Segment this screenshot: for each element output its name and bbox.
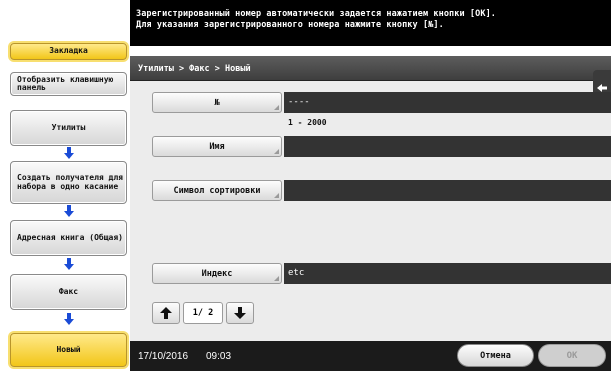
arrow-down-icon [64,147,74,159]
sidebar-item-label: Факс [58,286,79,296]
breadcrumb: Утилиты > Факс > Новый [130,56,611,81]
instruction-line-2: Для указания зарегистрированного номера … [136,20,444,30]
pager: 1/ 2 [152,302,285,324]
ok-button[interactable]: OK [538,344,606,367]
arrow-down-icon [234,307,246,319]
page-down-button[interactable] [226,302,254,324]
corner-indicator-icon [274,149,279,154]
corner-indicator-icon [274,193,279,198]
name-button[interactable]: Имя [152,136,282,157]
sidebar-item-one-touch[interactable]: Создать получателя для набора в одно кас… [10,161,127,204]
main-panel: Утилиты > Факс > Новый № ---- 1 - 2000 И… [130,56,611,371]
sidebar-item-label: Адресная книга (Общая) [17,232,123,242]
sidebar-item-new[interactable]: Новый [10,333,127,367]
sort-character-field[interactable] [284,180,611,201]
sidebar-item-utilities[interactable]: Утилиты [10,110,127,146]
sidebar: Закладка Отобразить клавишную панель Ути… [0,0,130,371]
bookmark-button[interactable]: Закладка [10,43,127,60]
corner-indicator-icon [274,105,279,110]
number-range: 1 - 2000 [288,118,327,127]
cancel-button[interactable]: Отмена [457,344,534,367]
instruction-message: Зарегистрированный номер автоматически з… [130,0,611,46]
corner-indicator-icon [274,276,279,281]
sort-character-label: Символ сортировки [173,185,261,196]
arrow-down-icon [64,258,74,270]
show-keypad-button[interactable]: Отобразить клавишную панель [10,72,127,96]
index-label: Индекс [201,268,233,279]
sidebar-item-address-book[interactable]: Адресная книга (Общая) [10,220,127,256]
name-field[interactable] [284,136,611,157]
arrow-up-icon [160,307,172,319]
number-field[interactable]: ---- [284,92,611,113]
arrow-down-icon [64,313,74,325]
index-button[interactable]: Индекс [152,263,282,284]
sidebar-item-label: Новый [56,344,81,354]
instruction-line-1: Зарегистрированный номер автоматически з… [136,9,497,19]
page-indicator: 1/ 2 [183,302,223,324]
show-keypad-label: Отобразить клавишную панель [17,74,114,92]
sidebar-item-fax[interactable]: Факс [10,274,127,310]
status-time: 09:03 [206,351,232,362]
bookmark-label: Закладка [49,46,88,56]
name-label: Имя [209,141,225,152]
sidebar-item-label: Утилиты [51,122,86,132]
sort-character-button[interactable]: Символ сортировки [152,180,282,201]
index-field[interactable]: etc [284,263,611,284]
sidebar-item-label: Создать получателя для набора в одно кас… [17,173,123,191]
arrow-down-icon [64,205,74,217]
number-button[interactable]: № [152,92,282,113]
status-date: 17/10/2016 [138,351,189,362]
number-label: № [214,97,220,108]
status-bar: 17/10/2016 09:03 Отмена OK [130,341,611,371]
page-up-button[interactable] [152,302,180,324]
